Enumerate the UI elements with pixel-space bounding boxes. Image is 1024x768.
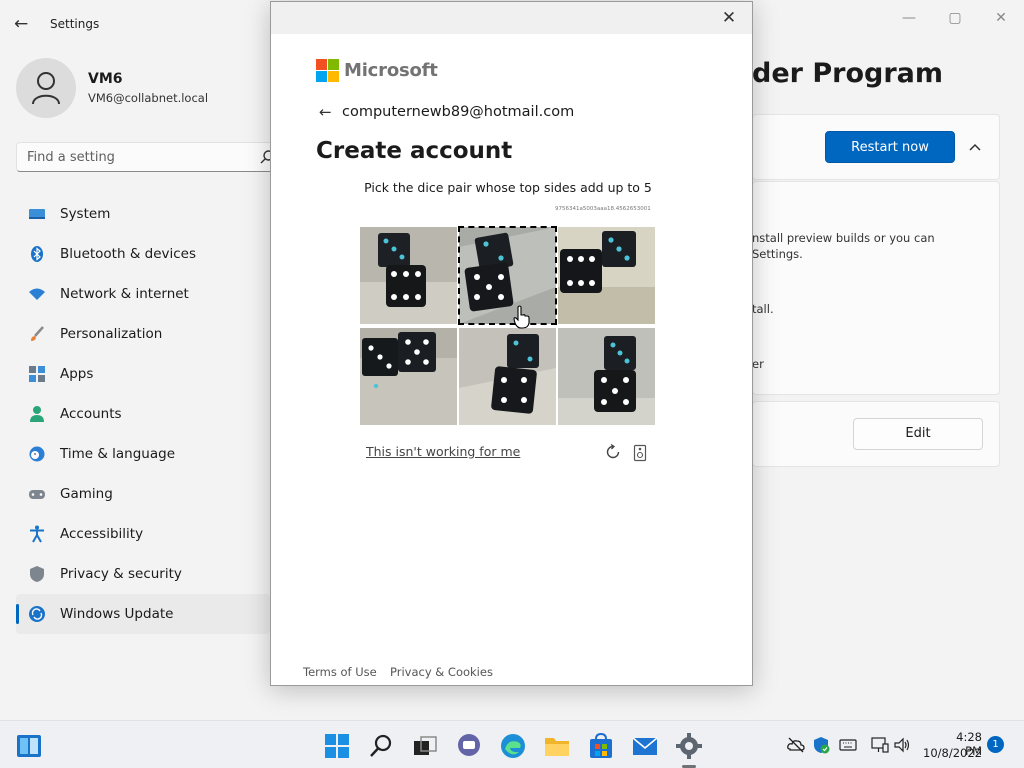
notification-badge[interactable]: 1: [987, 736, 1004, 753]
task-view-icon[interactable]: [412, 733, 438, 759]
back-arrow-icon[interactable]: ←: [14, 14, 34, 34]
network-icon[interactable]: [871, 736, 889, 754]
sidebar-item-label: System: [60, 206, 111, 222]
captcha-tile-4[interactable]: [360, 328, 457, 425]
keyboard-icon[interactable]: [839, 736, 857, 754]
sidebar-item-accessibility[interactable]: Accessibility: [16, 514, 270, 554]
sidebar-item-label: Accounts: [60, 406, 122, 422]
chevron-up-icon[interactable]: [965, 137, 985, 157]
sidebar-item-label: Personalization: [60, 326, 163, 342]
update-icon: [29, 606, 45, 622]
restart-now-button[interactable]: Restart now: [825, 131, 955, 163]
clock-date[interactable]: 10/8/2022: [920, 746, 982, 760]
sidebar-item-label: Windows Update: [60, 606, 174, 622]
back-arrow-icon[interactable]: ←: [319, 103, 332, 121]
card-description: Settings.: [752, 247, 803, 261]
search-icon[interactable]: [368, 733, 394, 759]
minimize-button[interactable]: —: [894, 8, 924, 28]
page-title: der Program: [752, 58, 944, 89]
refresh-icon[interactable]: [604, 443, 622, 461]
accounts-icon: [30, 406, 44, 422]
card-description: nstall preview builds or you can: [752, 231, 935, 245]
profile-email: VM6@collabnet.local: [88, 91, 209, 105]
captcha-tile-1[interactable]: [360, 227, 457, 324]
sidebar-item-accounts[interactable]: Accounts: [16, 394, 270, 434]
brand-name: Microsoft: [344, 60, 438, 81]
avatar[interactable]: [16, 58, 76, 118]
app-title: Settings: [50, 17, 100, 31]
onedrive-offline-icon[interactable]: [787, 736, 805, 754]
sidebar-nav: System Bluetooth & devices Network & int…: [16, 194, 270, 634]
sidebar-item-label: Accessibility: [60, 526, 144, 542]
captcha-tile-3[interactable]: [558, 227, 655, 324]
system-icon: [29, 209, 45, 219]
apps-icon: [29, 366, 45, 382]
sidebar-item-gaming[interactable]: Gaming: [16, 474, 270, 514]
volume-icon[interactable]: [894, 736, 912, 754]
person-icon: [32, 72, 60, 105]
sidebar-item-apps[interactable]: Apps: [16, 354, 270, 394]
file-explorer-icon[interactable]: [544, 733, 570, 759]
gamepad-icon: [29, 490, 45, 499]
shield-icon: [30, 566, 44, 582]
maximize-button[interactable]: ▢: [940, 8, 970, 28]
microsoft-logo-icon: [316, 59, 339, 82]
wifi-icon: [29, 288, 45, 300]
settings-card: [752, 181, 1000, 395]
captcha-tile-6[interactable]: [558, 328, 655, 425]
sidebar-item-system[interactable]: System: [16, 194, 270, 234]
search-input[interactable]: [27, 149, 252, 166]
captcha-instruction: Pick the dice pair whose top sides add u…: [364, 180, 652, 195]
taskbar: 4:28 PM 10/8/2022 1: [0, 720, 1024, 768]
card-description: er: [752, 357, 764, 371]
sidebar-item-label: Privacy & security: [60, 566, 182, 582]
challenge-id: 9756341a5003aaa18.4562653001: [555, 206, 651, 212]
sidebar-item-label: Gaming: [60, 486, 113, 502]
card-description: tall.: [752, 302, 774, 316]
not-working-link[interactable]: This isn't working for me: [366, 444, 520, 459]
clock-globe-icon: [29, 446, 45, 462]
bluetooth-icon: [31, 246, 43, 262]
sidebar-item-label: Time & language: [60, 446, 176, 462]
sidebar-item-windows-update[interactable]: Windows Update: [16, 594, 270, 634]
sidebar-item-network[interactable]: Network & internet: [16, 274, 270, 314]
search-box[interactable]: [16, 142, 280, 172]
edit-button[interactable]: Edit: [853, 418, 983, 450]
terms-of-use-link[interactable]: Terms of Use: [303, 665, 377, 679]
mail-icon[interactable]: [632, 733, 658, 759]
accessibility-icon: [30, 525, 44, 543]
settings-gear-icon[interactable]: [676, 733, 702, 759]
start-icon[interactable]: [324, 733, 350, 759]
store-icon[interactable]: [588, 733, 614, 759]
brush-icon: [31, 326, 44, 341]
sidebar-item-bluetooth[interactable]: Bluetooth & devices: [16, 234, 270, 274]
widgets-icon[interactable]: [16, 733, 42, 759]
audio-icon[interactable]: [633, 444, 647, 462]
hand-cursor-icon: [513, 305, 530, 329]
sidebar-item-privacy-security[interactable]: Privacy & security: [16, 554, 270, 594]
teams-chat-icon[interactable]: [456, 733, 482, 759]
identity-email: computernewb89@hotmail.com: [342, 104, 575, 120]
sidebar-item-time-language[interactable]: Time & language: [16, 434, 270, 474]
captcha-grid: [360, 226, 657, 425]
sidebar-item-personalization[interactable]: Personalization: [16, 314, 270, 354]
dialog-title: Create account: [316, 138, 513, 164]
security-shield-icon[interactable]: [812, 736, 830, 754]
sidebar-item-label: Apps: [60, 366, 94, 382]
profile-name: VM6: [88, 71, 123, 87]
edge-icon[interactable]: [500, 733, 526, 759]
captcha-tile-5[interactable]: [459, 328, 556, 425]
sidebar-item-label: Network & internet: [60, 286, 189, 302]
close-button[interactable]: ✕: [986, 8, 1016, 28]
dialog-titlebar: ✕: [271, 2, 752, 34]
create-account-dialog: ✕ Microsoft ← computernewb89@hotmail.com…: [270, 1, 753, 686]
selection-indicator: [16, 604, 19, 624]
privacy-cookies-link[interactable]: Privacy & Cookies: [390, 665, 493, 679]
captcha-tile-2[interactable]: [458, 226, 557, 325]
dialog-close-button[interactable]: ✕: [719, 8, 739, 28]
sidebar-item-label: Bluetooth & devices: [60, 246, 197, 262]
